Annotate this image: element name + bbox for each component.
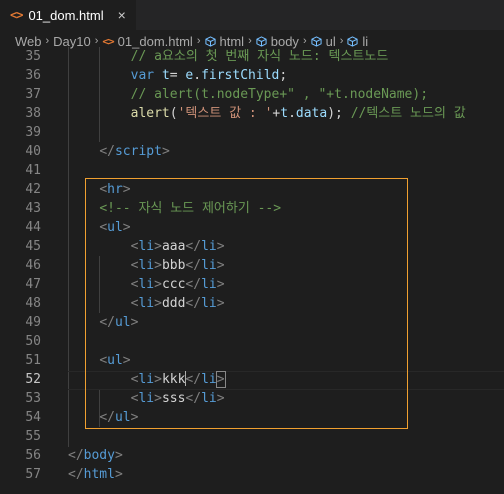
code-line[interactable]: 56 </body> <box>0 446 504 465</box>
line-number: 56 <box>25 448 41 463</box>
highlight-box <box>85 178 408 429</box>
line-number: 47 <box>25 277 41 292</box>
line-number: 54 <box>25 410 41 425</box>
code-line[interactable]: 39 <box>0 123 504 142</box>
line-number: 46 <box>25 258 41 273</box>
chevron-right-icon: › <box>339 35 344 47</box>
line-number: 49 <box>25 315 41 330</box>
line-number: 38 <box>25 106 41 121</box>
html-file-icon: <> <box>102 34 114 48</box>
line-number: 45 <box>25 239 41 254</box>
line-number: 39 <box>25 125 41 140</box>
line-number: 55 <box>25 429 41 444</box>
code-line[interactable]: 57 </html> <box>0 465 504 484</box>
tab-bar: <> 01_dom.html × <box>0 0 504 30</box>
line-number: 37 <box>25 87 41 102</box>
line-number: 35 <box>25 49 41 64</box>
line-number: 44 <box>25 220 41 235</box>
line-number: 41 <box>25 163 41 178</box>
code-text: </html> <box>68 467 123 482</box>
code-line[interactable]: 40 </script> <box>0 142 504 161</box>
tab-01-dom-html[interactable]: <> 01_dom.html × <box>0 0 136 30</box>
html-file-icon: <> <box>10 8 23 22</box>
chevron-right-icon: › <box>302 35 307 47</box>
line-number: 53 <box>25 391 41 406</box>
code-line[interactable]: 55 <box>0 427 504 446</box>
line-number: 51 <box>25 353 41 368</box>
line-number: 43 <box>25 201 41 216</box>
code-text: </body> <box>68 448 123 463</box>
symbol-element-icon <box>311 35 322 47</box>
chevron-right-icon: › <box>94 35 99 47</box>
symbol-element-icon <box>204 35 216 47</box>
tab-label: 01_dom.html <box>28 7 104 23</box>
symbol-element-icon <box>256 35 267 47</box>
line-number: 40 <box>25 144 41 159</box>
line-number: 48 <box>25 296 41 311</box>
line-number: 36 <box>25 68 41 83</box>
chevron-right-icon: › <box>248 35 252 47</box>
chevron-right-icon: › <box>196 35 201 47</box>
symbol-element-icon <box>347 35 358 47</box>
chevron-right-icon: › <box>45 35 50 47</box>
code-text: var t= e.firstChild; <box>130 68 288 83</box>
code-line[interactable]: 35 // a요소의 첫 번째 자식 노드: 텍스트노드 <box>0 47 504 66</box>
line-number: 42 <box>25 182 41 197</box>
code-line[interactable]: 38 alert('텍스트 값 : '+t.data); //텍스트 노드의 값 <box>0 104 504 123</box>
line-number: 52 <box>25 372 41 387</box>
line-number: 50 <box>25 334 41 349</box>
code-text: alert('텍스트 값 : '+t.data); //텍스트 노드의 값 <box>130 106 466 121</box>
code-line[interactable]: 37 // alert(t.nodeType+" , "+t.nodeName)… <box>0 85 504 104</box>
code-text: </script> <box>99 144 170 159</box>
code-text: // a요소의 첫 번째 자식 노드: 텍스트노드 <box>130 49 389 64</box>
code-line[interactable]: 36 var t= e.firstChild; <box>0 66 504 85</box>
close-icon[interactable]: × <box>118 7 126 23</box>
code-text: // alert(t.nodeType+" , "+t.nodeName); <box>130 87 429 102</box>
line-number: 57 <box>25 467 41 482</box>
